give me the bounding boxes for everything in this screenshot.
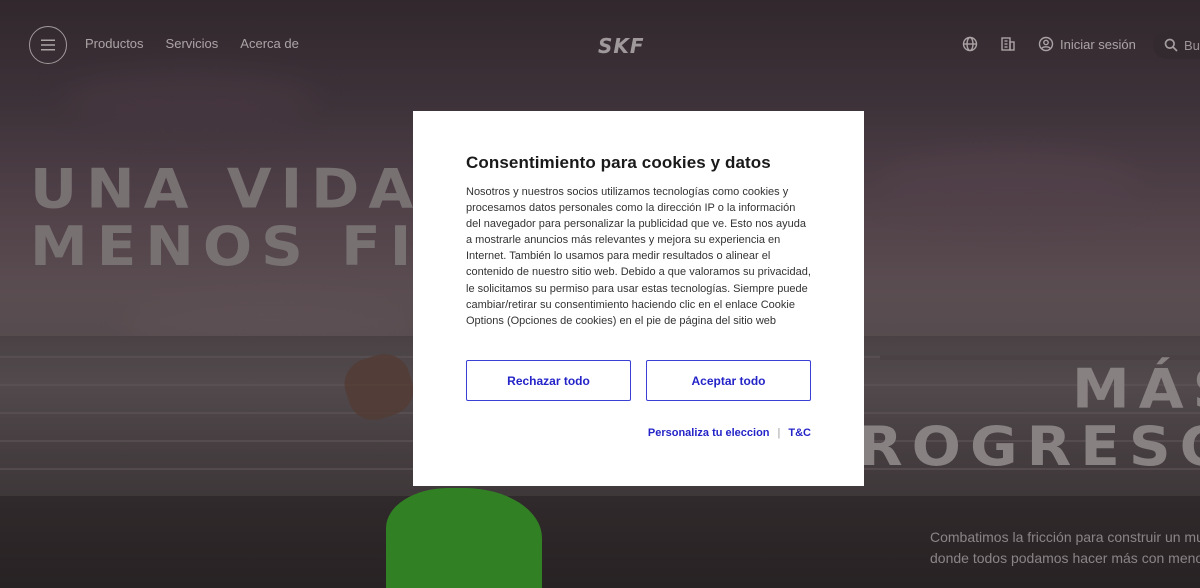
customize-link[interactable]: Personaliza tu eleccion xyxy=(648,427,770,439)
dialog-title: Consentimiento para cookies y datos xyxy=(466,153,771,172)
terms-link[interactable]: T&C xyxy=(788,427,811,439)
reject-all-button[interactable]: Rechazar todo xyxy=(466,360,631,401)
link-separator: | xyxy=(777,427,781,439)
dialog-links: Personaliza tu eleccion | T&C xyxy=(648,427,811,439)
dialog-body: Nosotros y nuestros socios utilizamos te… xyxy=(466,186,811,327)
cookie-consent-dialog: Consentimiento para cookies y datos Noso… xyxy=(413,111,864,486)
accept-all-button[interactable]: Aceptar todo xyxy=(646,360,811,401)
